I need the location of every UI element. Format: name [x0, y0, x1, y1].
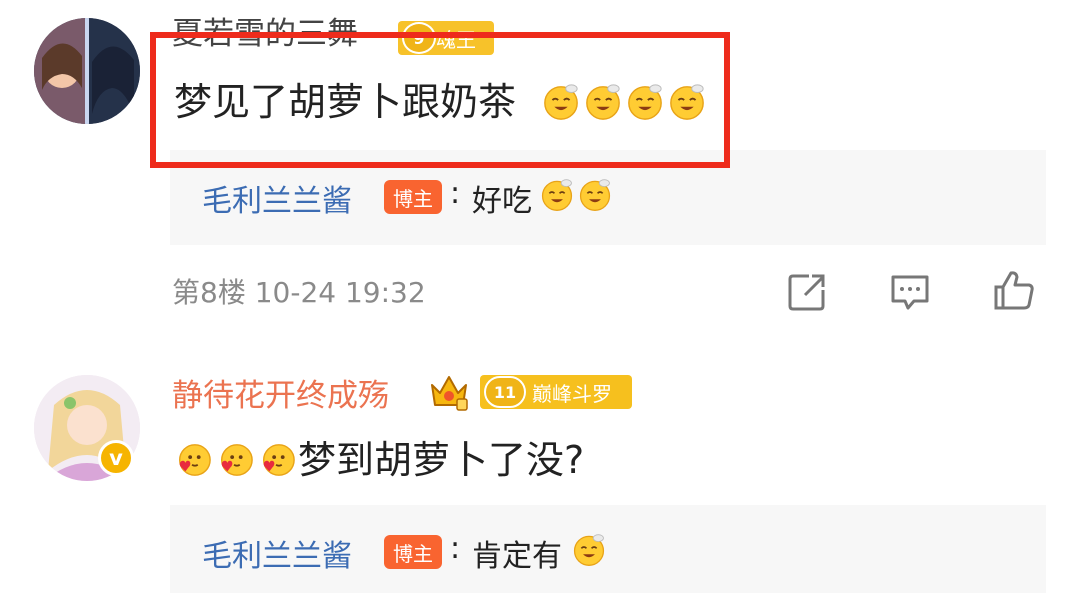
love-emoji-icon — [220, 444, 253, 476]
reply-text: 好吃 — [472, 184, 532, 219]
sleepy-emoji-icon — [573, 534, 605, 566]
comment-timestamp: 10-24 19:32 — [254, 276, 426, 309]
verified-badge: v — [98, 440, 134, 476]
crown-icon — [431, 376, 468, 411]
share-icon[interactable] — [785, 270, 829, 314]
level-number: 11 — [484, 376, 526, 408]
love-emoji-icon — [262, 444, 295, 476]
comment-icon[interactable] — [888, 270, 932, 314]
comment-username[interactable]: 静待花开终成殇 — [172, 376, 389, 416]
author-badge: 博主 — [384, 180, 442, 214]
reply-box[interactable]: 毛利兰兰酱 博主 : 肯定有 — [170, 505, 1046, 593]
love-emoji-icon — [178, 444, 211, 476]
verified-v-icon: v — [109, 446, 123, 470]
floor-number: 第8楼 — [172, 276, 246, 309]
avatar[interactable] — [34, 18, 140, 124]
reply-separator: : — [450, 531, 461, 566]
reply-separator: : — [450, 176, 461, 211]
reply-emoji-row — [540, 178, 612, 212]
avatar-image — [34, 18, 140, 124]
sleepy-emoji-icon — [541, 179, 573, 211]
level-badge[interactable]: 11 巅峰斗罗 — [480, 375, 632, 409]
highlight-box — [150, 32, 730, 168]
comment-emoji-row — [174, 441, 296, 479]
sleepy-emoji-icon — [579, 179, 611, 211]
reply-author[interactable]: 毛利兰兰酱 — [202, 176, 352, 220]
comment-text: 梦到胡萝卜了没? — [298, 438, 585, 482]
reply-text: 肯定有 — [472, 539, 562, 574]
like-icon[interactable] — [992, 268, 1036, 312]
comment-meta: 第8楼 10-24 19:32 — [172, 275, 426, 311]
level-title: 巅峰斗罗 — [532, 381, 612, 406]
reply-emoji-row — [572, 533, 606, 567]
reply-author[interactable]: 毛利兰兰酱 — [202, 531, 352, 575]
author-badge: 博主 — [384, 535, 442, 569]
